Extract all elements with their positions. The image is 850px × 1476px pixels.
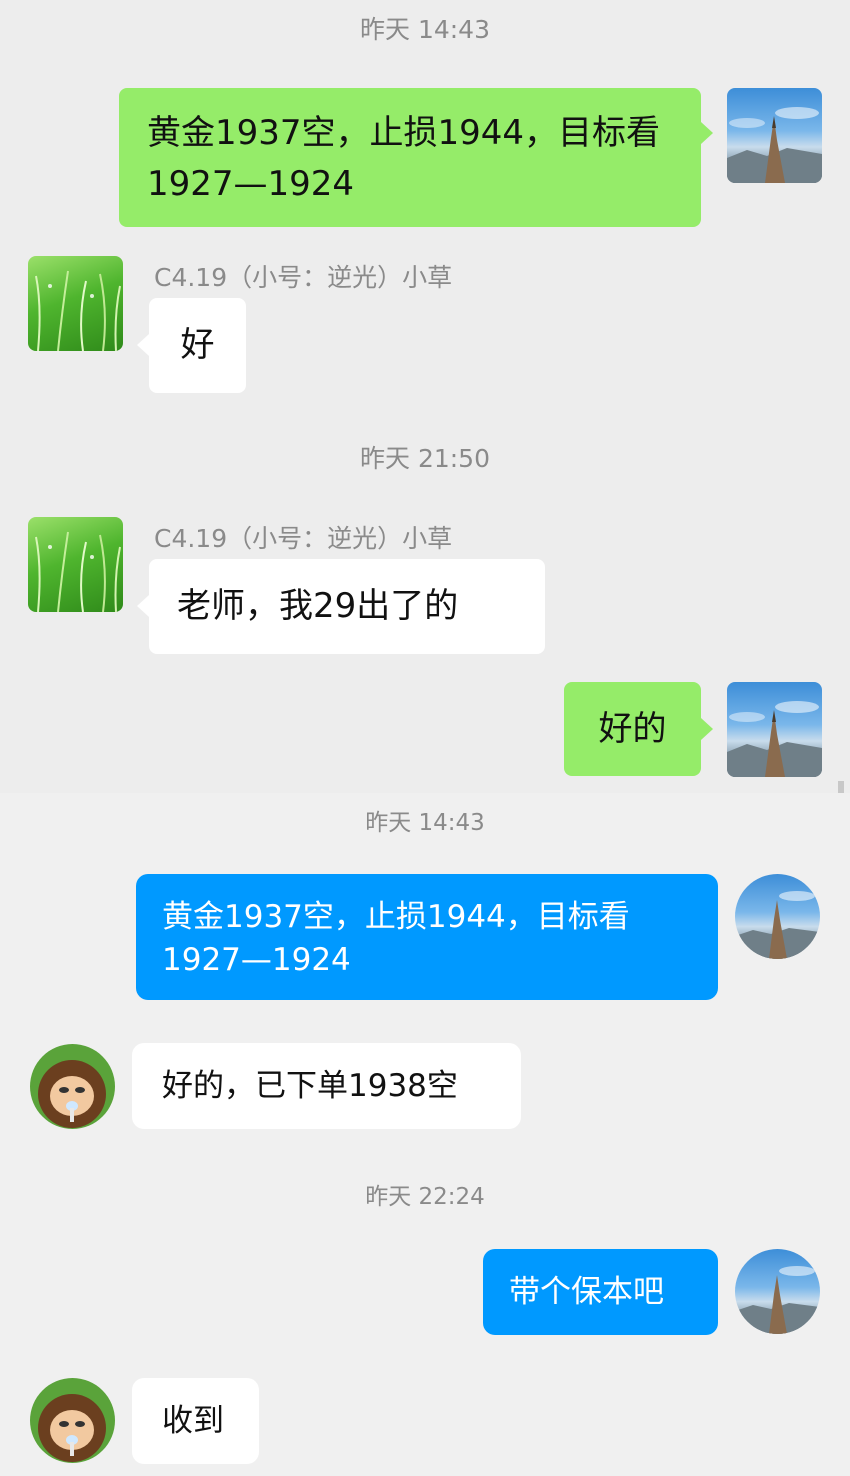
incoming-message[interactable]: 老师，我29出了的 [149,559,545,654]
scrollbar-thumb[interactable] [838,781,844,793]
timestamp: 昨天 14:43 [365,810,485,836]
outgoing-message[interactable]: 黄金1937空，止损1944，目标看1927—1924 [136,874,718,1000]
outgoing-message[interactable]: 带个保本吧 [483,1249,718,1335]
timestamp: 昨天 21:50 [360,444,490,473]
sender-name: C4.19（小号：逆光）小草 [154,524,453,553]
bear-face-icon [38,1394,106,1462]
mountain-peak-icon [727,701,822,777]
cartoon-bear-avatar-icon[interactable] [30,1378,115,1463]
incoming-message[interactable]: 好的，已下单1938空 [132,1043,521,1129]
grass-icon [35,270,121,351]
mountain-peak-icon [735,891,820,959]
cartoon-bear-avatar-icon[interactable] [30,1044,115,1129]
bear-face-icon [38,1060,106,1128]
wechat-chat-pane: 昨天 14:43 黄金1937空，止损1944，目标看1927—1924 C4.… [0,0,850,793]
outgoing-message[interactable]: 黄金1937空，止损1944，目标看1927—1924 [119,88,701,227]
mountain-peak-icon [727,107,822,183]
qq-chat-pane: 昨天 14:43 黄金1937空，止损1944，目标看1927—1924 好的，… [0,793,850,1476]
outgoing-message[interactable]: 好的 [564,682,701,776]
green-grass-avatar-icon[interactable] [28,256,123,351]
mountain-peak-avatar-icon[interactable] [727,682,822,777]
timestamp: 昨天 14:43 [360,15,490,44]
bubble-tail [137,334,149,356]
grass-icon [35,531,121,612]
bubble-tail [701,718,713,740]
mountain-peak-avatar-icon[interactable] [727,88,822,183]
mountain-peak-avatar-icon[interactable] [735,874,820,959]
green-grass-avatar-icon[interactable] [28,517,123,612]
bubble-tail [137,595,149,617]
incoming-message[interactable]: 好 [149,298,246,393]
sender-name: C4.19（小号：逆光）小草 [154,263,453,292]
mountain-peak-icon [735,1266,820,1334]
mountain-peak-avatar-icon[interactable] [735,1249,820,1334]
timestamp: 昨天 22:24 [365,1184,485,1210]
bubble-tail [701,122,713,144]
incoming-message[interactable]: 收到 [132,1378,259,1464]
